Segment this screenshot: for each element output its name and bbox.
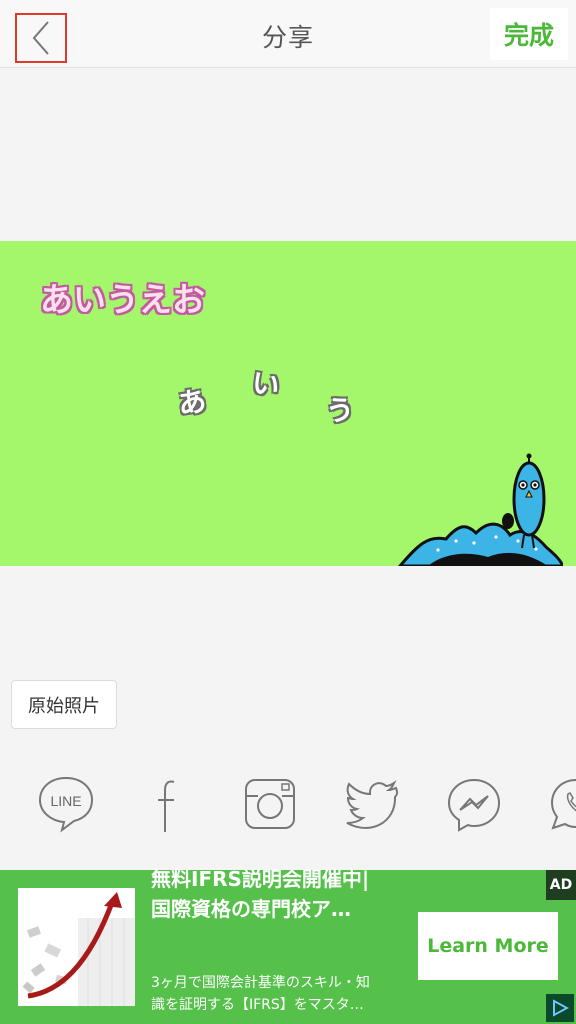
line-icon: LINE (38, 776, 94, 833)
ad-choices-icon (553, 999, 569, 1017)
share-targets-row: LINE (0, 770, 576, 842)
whatsapp-icon (550, 778, 576, 830)
bird-on-hill-sticker (398, 453, 563, 566)
preview-char-u: う (324, 393, 356, 428)
preview-char-a: あ (176, 384, 209, 421)
ad-badge: AD (546, 870, 576, 900)
preview-big-text: あいうえお (40, 280, 205, 319)
ad-description[interactable]: 3ヶ月で国際会計基準のスキル・知 識を証明する【IFRS】をマスタ… (151, 972, 406, 1016)
preview-char-i: い (249, 365, 283, 404)
ad-choices-button[interactable] (546, 994, 574, 1022)
share-twitter-button[interactable] (342, 770, 402, 836)
ad-thumbnail[interactable] (18, 888, 135, 1006)
ad-image (18, 888, 135, 1006)
ad-headline[interactable]: 無料IFRS説明会開催中| 国際資格の専門校ア… (151, 864, 406, 924)
facebook-icon (158, 780, 175, 832)
top-bar: 分享 完成 (0, 0, 576, 68)
done-button[interactable]: 完成 (490, 8, 568, 60)
svg-text:LINE: LINE (50, 793, 81, 809)
ad-learn-more-button[interactable]: Learn More (418, 912, 558, 980)
share-whatsapp-button[interactable] (546, 770, 576, 836)
twitter-icon (346, 780, 399, 829)
ad-banner[interactable]: 無料IFRS説明会開催中| 国際資格の専門校ア… 3ヶ月で国際会計基準のスキル・… (0, 867, 576, 1024)
image-preview: あいうえお あ い う (0, 241, 576, 566)
messenger-icon (447, 778, 501, 832)
share-line-button[interactable]: LINE (36, 770, 96, 836)
share-messenger-button[interactable] (444, 770, 504, 836)
original-photo-button[interactable]: 原始照片 (11, 680, 117, 729)
share-facebook-button[interactable] (138, 770, 198, 836)
share-instagram-button[interactable] (240, 770, 300, 836)
instagram-icon (245, 779, 295, 829)
